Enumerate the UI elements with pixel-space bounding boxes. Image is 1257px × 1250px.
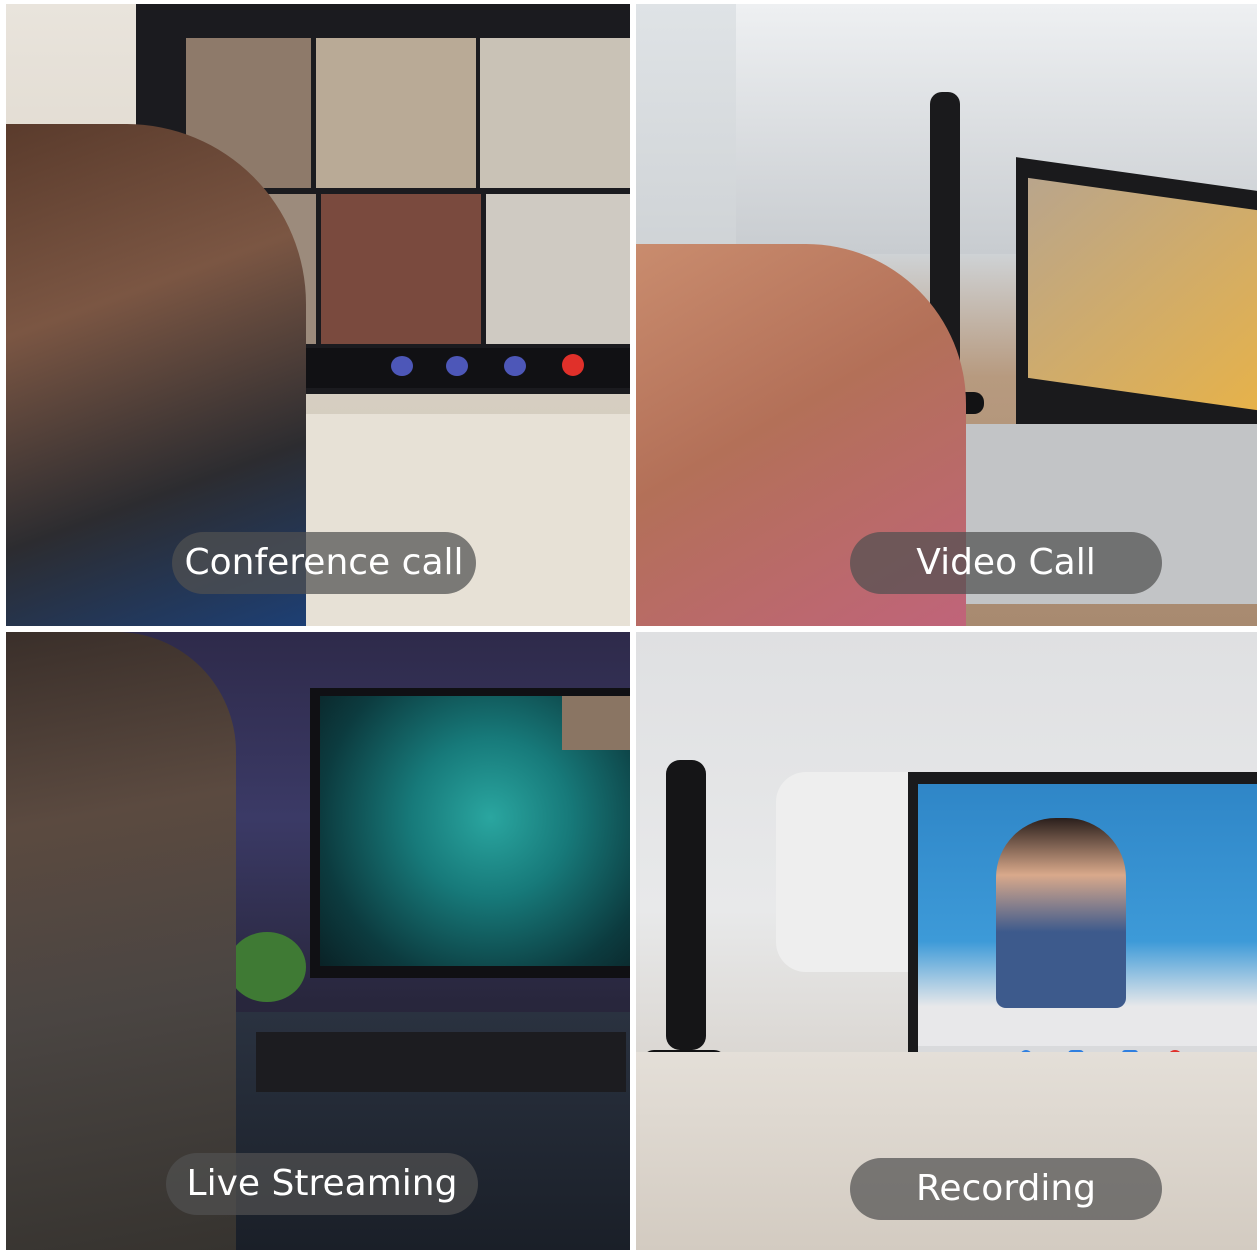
mic-icon bbox=[391, 356, 413, 376]
scenario-grid: Conference call Video Call Live Streamin… bbox=[0, 0, 1257, 1250]
conference-call-photo: Conference call bbox=[6, 4, 630, 626]
video-tile bbox=[480, 38, 630, 188]
recording-photo: Recording bbox=[636, 632, 1257, 1250]
presenter bbox=[996, 818, 1126, 1008]
streamer-cam-tile bbox=[562, 696, 630, 750]
stats-icon bbox=[446, 356, 468, 376]
table bbox=[636, 1052, 1257, 1250]
chat-icon bbox=[504, 356, 526, 376]
video-call-caption: Video Call bbox=[850, 532, 1162, 594]
keyboard bbox=[256, 1032, 626, 1092]
conference-call-caption: Conference call bbox=[172, 532, 476, 594]
laptop-display bbox=[1028, 177, 1257, 411]
potted-plant bbox=[228, 932, 306, 1002]
video-tile bbox=[486, 194, 630, 344]
live-streaming-photo: Live Streaming bbox=[6, 632, 630, 1250]
webcam-tower bbox=[666, 760, 706, 1050]
video-tile bbox=[321, 194, 481, 344]
video-call-photo: Video Call bbox=[636, 4, 1257, 626]
live-streaming-caption: Live Streaming bbox=[166, 1153, 478, 1215]
video-tile bbox=[316, 38, 476, 188]
end-call-icon bbox=[562, 354, 584, 376]
recording-caption: Recording bbox=[850, 1158, 1162, 1220]
